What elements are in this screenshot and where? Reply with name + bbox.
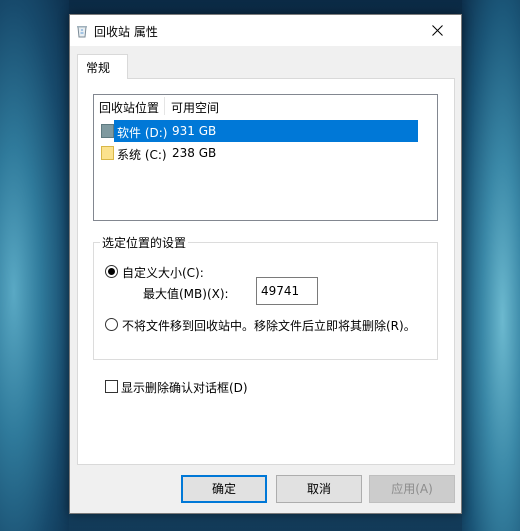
- apply-button[interactable]: 应用(A): [369, 475, 455, 503]
- delete-immediately-label[interactable]: 不将文件移到回收站中。移除文件后立即将其删除(R)。: [122, 317, 416, 334]
- drive-icon: [101, 124, 114, 138]
- list-header: 回收站位置 可用空间: [94, 95, 437, 117]
- list-item-drive-c[interactable]: 系统 (C:) 238 GB: [94, 142, 437, 164]
- tab-general-label: 常规: [86, 61, 111, 75]
- window-title: 回收站 属性: [94, 25, 158, 39]
- drive-name: 软件 (D:): [117, 126, 168, 140]
- desktop-background-right: [462, 0, 520, 531]
- delete-immediately-radio[interactable]: [105, 318, 118, 331]
- folder-icon: [101, 146, 114, 160]
- ok-button[interactable]: 确定: [181, 475, 267, 503]
- custom-size-radio[interactable]: [105, 265, 118, 278]
- close-button[interactable]: [415, 15, 461, 46]
- column-header-free-space[interactable]: 可用空间: [171, 99, 219, 116]
- tab-panel-general: 回收站位置 可用空间 软件 (D:) 931 GB 系统 (C:) 238 GB…: [77, 78, 455, 465]
- radio-selected-dot: [108, 268, 115, 275]
- column-header-location[interactable]: 回收站位置: [99, 99, 159, 116]
- close-icon: [432, 25, 443, 36]
- recycle-bin-icon: [77, 26, 87, 38]
- recycle-bin-location-list[interactable]: 回收站位置 可用空间 软件 (D:) 931 GB 系统 (C:) 238 GB: [93, 94, 438, 221]
- column-divider[interactable]: [164, 97, 165, 115]
- desktop-background-left: [0, 0, 69, 531]
- location-settings-group: 选定位置的设置 自定义大小(C): 最大值(MB)(X): 不将文件移到回收站中…: [93, 234, 438, 360]
- max-size-label: 最大值(MB)(X):: [143, 287, 229, 301]
- drive-free-space: 931 GB: [172, 124, 217, 138]
- group-title: 选定位置的设置: [100, 234, 189, 251]
- list-item-drive-d[interactable]: 软件 (D:) 931 GB: [94, 120, 437, 142]
- confirm-delete-label[interactable]: 显示删除确认对话框(D): [121, 379, 248, 396]
- cancel-button[interactable]: 取消: [276, 475, 362, 503]
- title-bar[interactable]: 回收站 属性: [70, 15, 461, 46]
- drive-name: 系统 (C:): [117, 148, 167, 162]
- max-size-input[interactable]: [256, 277, 318, 305]
- confirm-delete-checkbox[interactable]: [105, 380, 118, 393]
- custom-size-label[interactable]: 自定义大小(C):: [122, 264, 204, 281]
- tab-general[interactable]: 常规: [77, 54, 128, 79]
- drive-free-space: 238 GB: [172, 146, 217, 160]
- properties-dialog: 回收站 属性 常规 回收站位置 可用空间 软件 (D:) 931 GB 系统 (…: [69, 14, 462, 514]
